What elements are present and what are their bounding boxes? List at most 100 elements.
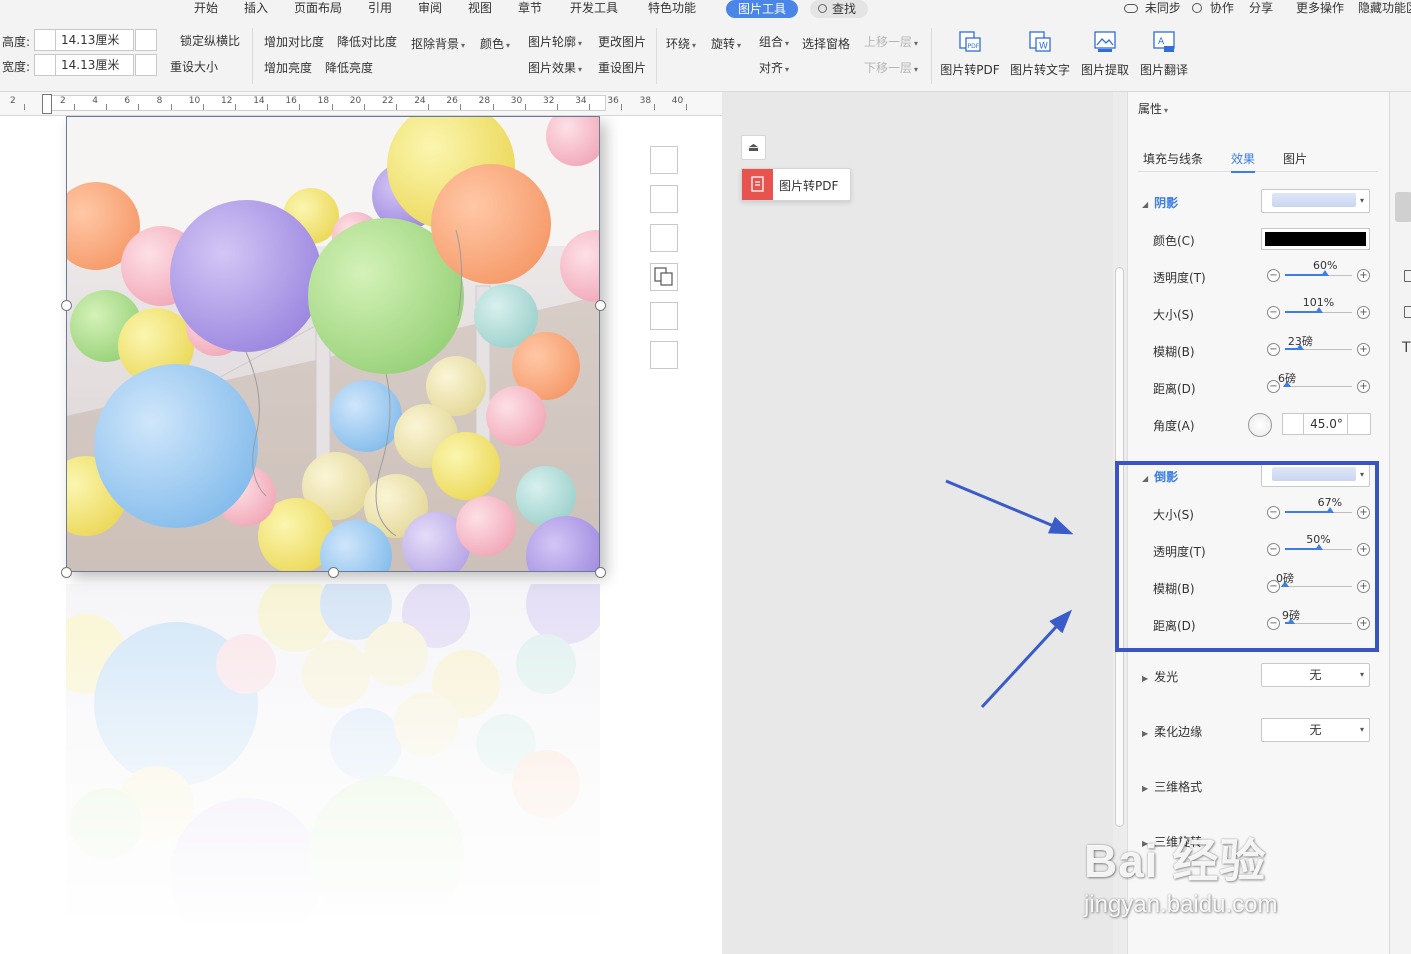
shadow-color-picker[interactable] [1261,228,1370,250]
menu-references[interactable]: 引用 [368,0,392,17]
hide-ribbon-button[interactable]: 隐藏功能区 [1358,0,1411,17]
minus-icon[interactable]: − [1267,343,1280,356]
remove-background-button[interactable]: 抠除背景 [411,36,465,54]
horizontal-ruler[interactable]: 2 2 4 6 8 10 12 14 16 18 20 22 24 26 28 30 32 34 36 38 40 [0,92,722,116]
scrollbar-thumb[interactable] [1115,267,1124,827]
resize-handle-bottom[interactable] [328,567,339,578]
width-field[interactable]: 14.13厘米 [34,54,157,76]
menu-review[interactable]: 审阅 [418,0,442,17]
send-backward-button[interactable]: 下移一层 [864,60,918,78]
tab-fill-line[interactable]: 填充与线条 [1143,150,1203,171]
lock-ratio-checkbox[interactable]: 锁定纵横比 [180,33,240,49]
menu-page-layout[interactable]: 页面布局 [294,0,342,17]
panel-title[interactable]: 属性 [1138,100,1168,117]
section-3d-format[interactable]: ▶ 三维格式 [1142,778,1202,795]
picture-style-tool[interactable] [650,224,678,252]
decrease-contrast-button[interactable]: 降低对比度 [337,34,397,50]
resize-handle-left[interactable] [61,300,72,311]
menu-picture-tools[interactable]: 图片工具 [726,0,799,18]
increase-brightness-button[interactable]: 增加亮度 [264,60,312,76]
plus-icon[interactable]: + [1357,543,1370,556]
shadow-distance-slider[interactable]: −6磅 + [1267,372,1370,394]
shadow-size-slider[interactable]: − 101% + [1267,296,1370,320]
tab-picture[interactable]: 图片 [1283,150,1307,171]
group-button[interactable]: 组合 [759,34,789,52]
collab-button[interactable]: 协作 [1192,0,1234,17]
change-picture-button[interactable]: 更改图片 [598,34,646,50]
picture-outline-button[interactable]: 图片轮廓 [528,34,582,52]
balloon-photo[interactable] [66,116,600,572]
reflection-preset-dropdown[interactable] [1261,463,1370,487]
width-decrement[interactable] [34,54,56,76]
picture-outline-tool[interactable] [650,341,678,369]
resize-handle-bottom-right[interactable] [595,567,606,578]
plus-icon[interactable]: + [1357,306,1370,319]
reflection-size-slider[interactable]: − 67% + [1267,496,1370,520]
minus-icon[interactable]: − [1267,269,1280,282]
minus-icon[interactable]: − [1267,617,1280,630]
shadow-transparency-slider[interactable]: − 60% + [1267,259,1370,283]
sync-status[interactable]: 未同步 [1124,0,1181,17]
picture-fill-tool[interactable] [650,302,678,330]
style-icon[interactable] [1404,270,1411,282]
resize-handle-bottom-left[interactable] [61,567,72,578]
minus-icon[interactable]: − [1267,306,1280,319]
increase-contrast-button[interactable]: 增加对比度 [264,34,324,50]
search-box[interactable]: 查找 [810,0,869,18]
menu-special[interactable]: 特色功能 [648,0,696,17]
angle-dial[interactable] [1248,413,1272,437]
height-increment[interactable] [135,29,157,51]
section-shadow[interactable]: ◢ 阴影 [1142,194,1178,211]
to-text-button[interactable]: W 图片转文字 [1008,30,1072,80]
tab-effects[interactable]: 效果 [1231,150,1256,173]
layout-option-tool[interactable] [650,146,678,174]
collapse-button[interactable]: ⏏ [741,135,766,160]
reflection-transparency-slider[interactable]: − 50% + [1267,533,1370,557]
section-glow[interactable]: ▶ 发光 [1142,668,1178,685]
plus-icon[interactable]: + [1357,343,1370,356]
shadow-blur-slider[interactable]: −23磅 + [1267,335,1370,357]
shadow-preset-dropdown[interactable] [1261,189,1370,213]
plus-icon[interactable]: + [1357,269,1370,282]
bring-forward-button[interactable]: 上移一层 [864,34,918,52]
menu-view[interactable]: 视图 [468,0,492,17]
plus-icon[interactable]: + [1357,617,1370,630]
plus-icon[interactable]: + [1357,506,1370,519]
more-actions-button[interactable]: 更多操作 [1296,0,1344,17]
align-button[interactable]: 对齐 [759,60,789,78]
angle-input[interactable]: 45.0° [1282,413,1371,435]
soft-edges-dropdown[interactable]: 无 [1261,718,1370,742]
to-pdf-button[interactable]: PDF 图片转PDF [938,30,1002,80]
section-reflection[interactable]: ◢ 倒影 [1142,468,1178,485]
plus-icon[interactable]: + [1357,580,1370,593]
reset-picture-button[interactable]: 重设图片 [598,60,646,76]
vertical-scrollbar[interactable] [1113,92,1127,954]
reflection-distance-slider[interactable]: −9磅 + [1267,609,1370,631]
rotate-button[interactable]: 旋转 [711,36,741,54]
extract-button[interactable]: 图片提取 [1073,30,1137,80]
picture-effects-button[interactable]: 图片效果 [528,60,582,78]
menu-insert[interactable]: 插入 [244,0,268,17]
reflection-blur-slider[interactable]: −0磅 + [1267,572,1370,594]
format-icon[interactable] [1404,306,1411,318]
resize-handle-right[interactable] [595,300,606,311]
document-page[interactable] [0,116,722,954]
pane-grip[interactable] [1395,192,1411,222]
height-decrement[interactable] [34,29,56,51]
width-increment[interactable] [135,54,157,76]
menu-chapter[interactable]: 章节 [518,0,542,17]
glow-dropdown[interactable]: 无 [1261,663,1370,687]
height-field[interactable]: 14.13厘米 [34,29,157,51]
section-3d-rotation[interactable]: ▶ 三维旋转 [1142,833,1202,850]
minus-icon[interactable]: − [1267,543,1280,556]
menu-developer[interactable]: 开发工具 [570,0,618,17]
translate-button[interactable]: A 图片翻译 [1132,30,1196,80]
share-button[interactable]: 分享 [1249,0,1273,17]
section-soft-edges[interactable]: ▶ 柔化边缘 [1142,723,1202,740]
menu-home[interactable]: 开始 [194,0,218,17]
minus-icon[interactable]: − [1267,506,1280,519]
float-to-pdf-button[interactable]: 图片转PDF [741,168,851,201]
crop-tool[interactable] [650,185,678,213]
indent-marker[interactable] [42,94,52,114]
reset-size-button[interactable]: 重设大小 [170,59,218,75]
